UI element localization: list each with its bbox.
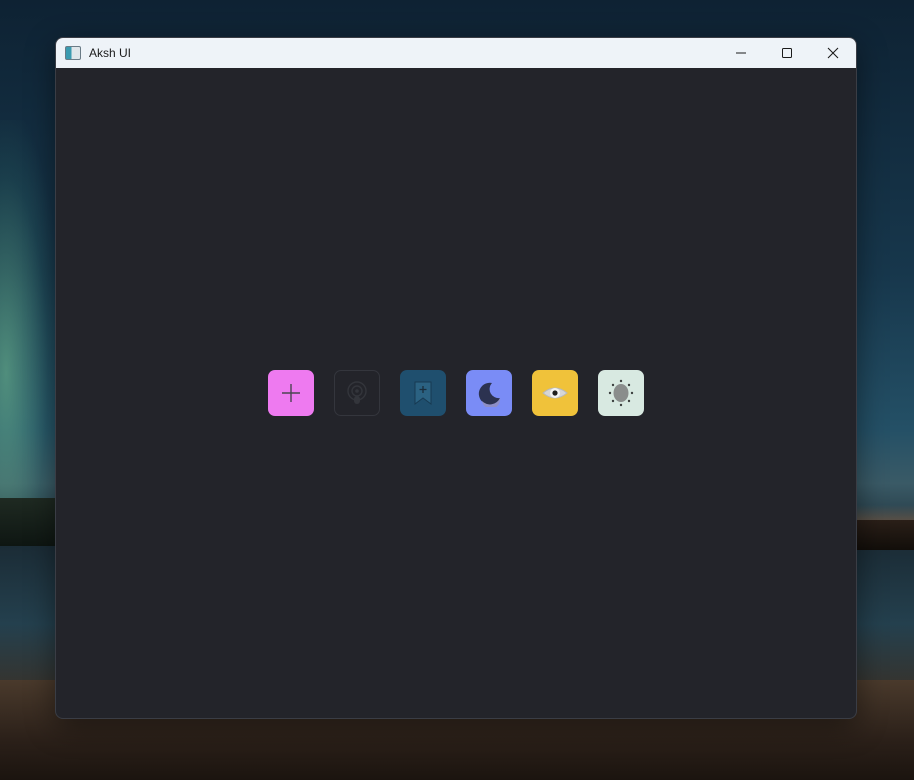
title-bar[interactable]: Aksh UI <box>56 38 856 68</box>
bookmark-add-icon <box>414 381 432 405</box>
add-button[interactable] <box>268 370 314 416</box>
close-icon <box>827 47 839 59</box>
app-window-icon <box>65 46 81 60</box>
bookmark-button[interactable] <box>400 370 446 416</box>
minimize-icon <box>736 52 746 54</box>
view-button[interactable] <box>532 370 578 416</box>
window-controls <box>718 38 856 68</box>
icon-toolbar <box>268 370 644 416</box>
wallpaper-treeline <box>0 498 55 546</box>
dark-mode-button[interactable] <box>466 370 512 416</box>
close-button[interactable] <box>810 38 856 68</box>
moon-icon <box>478 382 501 407</box>
plus-icon <box>282 384 300 402</box>
wallpaper-aurora <box>0 120 60 540</box>
sun-icon <box>608 379 634 407</box>
minimize-button[interactable] <box>718 38 764 68</box>
window-title: Aksh UI <box>89 46 132 60</box>
eye-icon <box>542 387 568 399</box>
app-window: Aksh UI <box>55 37 857 719</box>
main-content <box>56 68 856 718</box>
maximize-button[interactable] <box>764 38 810 68</box>
light-mode-button[interactable] <box>598 370 644 416</box>
maximize-icon <box>782 48 792 58</box>
wallpaper-treeline-right <box>856 520 914 550</box>
podcast-icon <box>347 381 367 404</box>
podcast-button[interactable] <box>334 370 380 416</box>
